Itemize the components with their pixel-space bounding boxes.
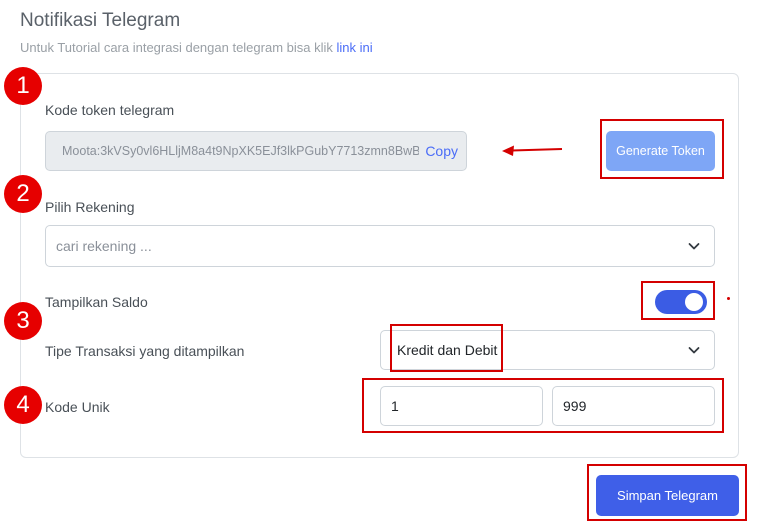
kode-unik-label: Kode Unik bbox=[45, 399, 110, 415]
copy-button[interactable]: Copy bbox=[425, 143, 458, 159]
chevron-down-icon bbox=[688, 347, 700, 354]
token-label: Kode token telegram bbox=[45, 102, 175, 118]
highlight-saldo-toggle bbox=[641, 281, 715, 320]
highlight-transaksi bbox=[390, 324, 503, 372]
chevron-down-icon bbox=[688, 243, 700, 250]
saldo-label: Tampilkan Saldo bbox=[45, 294, 148, 310]
rekening-select[interactable]: cari rekening ... bbox=[45, 225, 715, 267]
highlight-kode-unik bbox=[362, 378, 724, 433]
highlight-generate-token bbox=[600, 119, 724, 179]
transaksi-label: Tipe Transaksi yang ditampilkan bbox=[45, 343, 245, 359]
token-value: Moota:3kVSy0vl6HLljM8a4t9NpXK5EJf3lkPGub… bbox=[62, 144, 420, 158]
rekening-placeholder: cari rekening ... bbox=[56, 238, 152, 254]
tutorial-link[interactable]: link ini bbox=[337, 40, 373, 55]
annotation-dot bbox=[727, 297, 730, 300]
page-title: Notifikasi Telegram bbox=[20, 10, 181, 31]
step-badge-3: 3 bbox=[4, 302, 42, 340]
rekening-label: Pilih Rekening bbox=[45, 199, 135, 215]
step-badge-4: 4 bbox=[4, 386, 42, 424]
page-subtitle: Untuk Tutorial cara integrasi dengan tel… bbox=[20, 40, 373, 55]
token-field: Moota:3kVSy0vl6HLljM8a4t9NpXK5EJf3lkPGub… bbox=[45, 131, 467, 171]
step-badge-1: 1 bbox=[4, 67, 42, 105]
arrow-left-icon bbox=[502, 145, 563, 156]
step-badge-2: 2 bbox=[4, 175, 42, 213]
highlight-save-button bbox=[587, 464, 747, 521]
subtitle-text: Untuk Tutorial cara integrasi dengan tel… bbox=[20, 40, 333, 55]
